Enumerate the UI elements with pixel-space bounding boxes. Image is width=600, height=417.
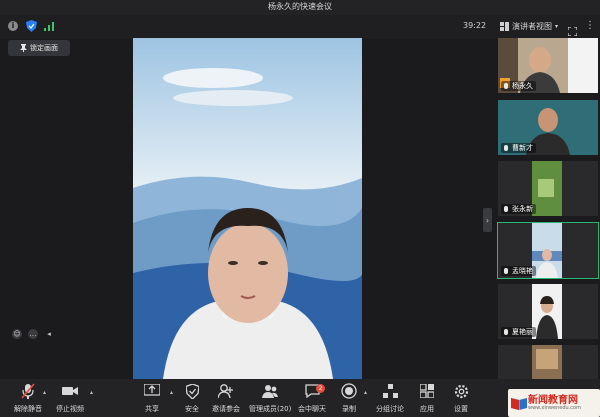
manage-members-label: 管理成员(20) [249, 405, 292, 413]
share-label: 共享 [145, 405, 159, 413]
settings-label: 设置 [454, 405, 468, 413]
security-shield-icon [184, 383, 200, 399]
lock-view-button[interactable]: 锁定画面 [8, 40, 70, 56]
mic-icon [504, 145, 508, 151]
members-icon [262, 383, 279, 399]
participant-name: 张永新 [501, 204, 536, 214]
speaker-view-button[interactable]: 演讲者视图 ▾ [500, 19, 558, 33]
watermark-text: 新闻教育网 [528, 395, 578, 406]
signal-icon[interactable] [44, 21, 54, 31]
unmute-label: 解除静音 [14, 405, 42, 413]
mic-icon [504, 83, 508, 89]
chat-unread-badge: 2 [316, 384, 325, 393]
main-speaker-video [133, 38, 362, 379]
participant-tile[interactable]: 张永新 [498, 161, 598, 216]
participant-name: 杨永久 [501, 81, 536, 91]
meeting-timer: 39:22 [463, 21, 487, 30]
record-options-caret[interactable]: ▴ [364, 389, 367, 396]
title-bar: 杨永久的快速会议 [0, 0, 600, 15]
chevron-down-icon: ▾ [555, 22, 559, 30]
camera-icon [62, 383, 78, 399]
speaker-view-label: 演讲者视图 [512, 21, 552, 31]
mic-icon [504, 268, 508, 274]
mic-muted-icon [20, 383, 36, 399]
mic-icon [504, 206, 508, 212]
participant-tile[interactable]: 夏艳丽 [498, 284, 598, 339]
participant-tile[interactable] [498, 345, 598, 379]
fullscreen-icon[interactable] [567, 21, 578, 37]
pin-icon [20, 44, 27, 52]
meeting-top-bar: i 39:22 演讲者视图 ▾ ⋮ [0, 15, 600, 39]
breakout-button[interactable]: 分组讨论 [376, 383, 404, 414]
invite-label: 邀请参会 [212, 405, 240, 413]
lock-view-label: 锁定画面 [30, 44, 58, 52]
chat-bubble-icon[interactable]: … [28, 329, 38, 339]
watermark-url: www.xinwenedu.com [528, 405, 581, 411]
participant-name: 曹新才 [501, 143, 536, 153]
share-button[interactable]: 共享 [144, 383, 160, 414]
apps-label: 应用 [420, 405, 434, 413]
grid-view-icon [500, 21, 509, 31]
participant-name: 孟晓艳 [501, 266, 536, 276]
share-options-caret[interactable]: ▴ [170, 389, 173, 396]
mic-icon [504, 329, 508, 335]
participant-tile[interactable]: 曹新才 [498, 100, 598, 155]
speaker-video-frame [133, 38, 362, 379]
book-logo-icon [511, 398, 527, 410]
gear-icon [453, 383, 469, 399]
manage-members-button[interactable]: 管理成员(20) [249, 383, 291, 414]
record-button[interactable]: 录制 [341, 383, 357, 414]
window-title: 杨永久的快速会议 [268, 2, 332, 11]
collapse-left-icon[interactable]: ◂ [44, 329, 54, 339]
more-icon[interactable]: ⋮ [585, 20, 595, 31]
breakout-label: 分组讨论 [376, 405, 404, 413]
left-side-controls: ☺ … ◂ [12, 329, 54, 339]
video-options-caret[interactable]: ▴ [90, 389, 93, 396]
security-button[interactable]: 安全 [184, 383, 200, 414]
chat-label: 会中聊天 [298, 405, 326, 413]
shield-icon[interactable] [26, 20, 37, 32]
participant-tile-active[interactable]: 孟晓艳 [497, 222, 599, 279]
record-label: 录制 [342, 405, 356, 413]
apps-button[interactable]: 应用 [419, 383, 435, 414]
participant-tile[interactable]: 杨永久 [498, 38, 598, 93]
share-screen-icon [144, 383, 160, 399]
info-icon[interactable]: i [8, 21, 18, 31]
settings-button[interactable]: 设置 [453, 383, 469, 414]
breakout-icon [382, 383, 398, 399]
stop-video-button[interactable]: 停止视频 [56, 383, 84, 414]
invite-button[interactable]: 邀请参会 [212, 383, 240, 414]
stop-video-label: 停止视频 [56, 405, 84, 413]
emoji-icon[interactable]: ☺ [12, 329, 22, 339]
collapse-participants-button[interactable]: › [483, 208, 492, 232]
record-icon [341, 383, 357, 399]
add-person-icon [218, 383, 234, 399]
audio-options-caret[interactable]: ▴ [43, 389, 46, 396]
watermark-logo: 新闻教育网 www.xinwenedu.com [508, 389, 600, 417]
security-label: 安全 [185, 405, 199, 413]
participant-video [498, 345, 598, 379]
apps-icon [419, 383, 435, 399]
unmute-button[interactable]: 解除静音 [14, 383, 42, 414]
participant-name: 夏艳丽 [501, 327, 536, 337]
